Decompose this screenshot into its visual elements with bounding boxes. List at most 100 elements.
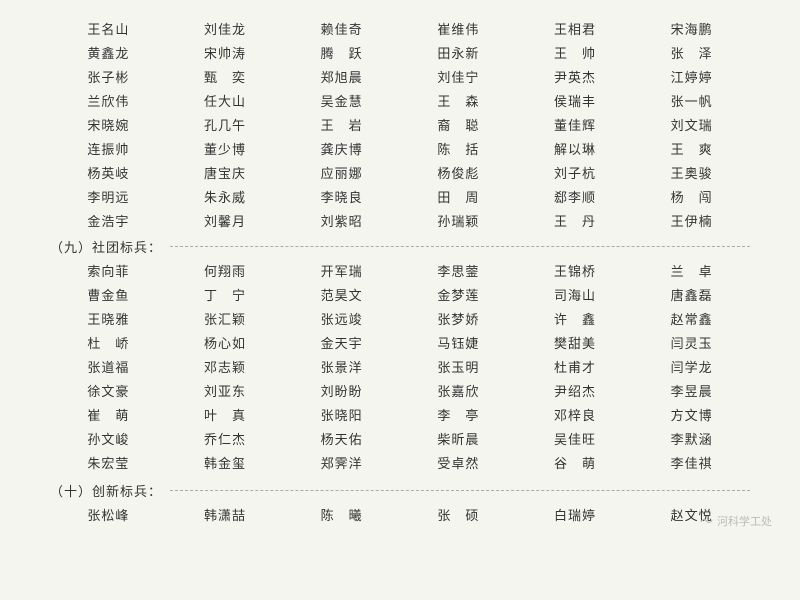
- name-item: 王晓雅: [50, 308, 167, 329]
- name-item: 张晓阳: [283, 404, 400, 425]
- section10-title: （十）创新标兵：: [50, 481, 162, 500]
- section9-names-row: 索向菲何翔雨开军瑞李思蓥王锦桥兰 卓: [50, 260, 750, 281]
- name-item: 韩潇喆: [167, 504, 284, 525]
- name-item: 徐文豪: [50, 380, 167, 401]
- name-item: 李思蓥: [400, 260, 517, 281]
- name-item: 崔 萌: [50, 404, 167, 425]
- name-item: 江婷婷: [633, 66, 750, 87]
- section9-names-row: 孙文峻乔仁杰杨天佑柴昕晨吴佳旺李默涵: [50, 428, 750, 449]
- name-item: 李佳祺: [633, 452, 750, 473]
- name-item: 王锦桥: [517, 260, 634, 281]
- name-item: 杨心如: [167, 332, 284, 353]
- name-item: 李默涵: [633, 428, 750, 449]
- name-item: 曹金鱼: [50, 284, 167, 305]
- name-item: 黄鑫龙: [50, 42, 167, 63]
- name-item: 王 丹: [517, 210, 634, 231]
- name-item: 侯瑞丰: [517, 90, 634, 111]
- name-item: 刘盼盼: [283, 380, 400, 401]
- name-item: 杨 闯: [633, 186, 750, 207]
- name-item: 金浩宇: [50, 210, 167, 231]
- name-item: 索向菲: [50, 260, 167, 281]
- name-item: 王名山: [50, 18, 167, 39]
- section10-block: （十）创新标兵： 张松峰韩潇喆陈 曦张 硕白瑞婷赵文悦: [50, 481, 750, 525]
- name-item: 张松峰: [50, 504, 167, 525]
- section9-header: （九）社团标兵：: [50, 237, 750, 256]
- name-item: 任大山: [167, 90, 284, 111]
- name-item: 孙瑞颖: [400, 210, 517, 231]
- name-item: 尹绍杰: [517, 380, 634, 401]
- watermark-text: 河科学工处: [717, 513, 772, 529]
- name-item: 甄 奕: [167, 66, 284, 87]
- name-item: 张道福: [50, 356, 167, 377]
- name-item: 张景洋: [283, 356, 400, 377]
- page: 王名山刘佳龙赖佳奇崔维伟王相君宋海鹏黄鑫龙宋帅涛腾 跃田永新王 帅张 泽张子彬甄…: [10, 0, 790, 538]
- name-item: 乔仁杰: [167, 428, 284, 449]
- name-item: 尹英杰: [517, 66, 634, 87]
- name-item: 刘佳龙: [167, 18, 284, 39]
- top-names-row: 王名山刘佳龙赖佳奇崔维伟王相君宋海鹏: [50, 18, 750, 39]
- name-item: 陈 括: [400, 138, 517, 159]
- watermark-icon: 〜: [700, 511, 713, 530]
- name-item: 张梦娇: [400, 308, 517, 329]
- name-item: 裔 聪: [400, 114, 517, 135]
- name-item: 张远竣: [283, 308, 400, 329]
- name-item: 赵常鑫: [633, 308, 750, 329]
- name-item: 龚庆博: [283, 138, 400, 159]
- name-item: 韩金玺: [167, 452, 284, 473]
- section10-names-row: 张松峰韩潇喆陈 曦张 硕白瑞婷赵文悦: [50, 504, 750, 525]
- name-item: 王 森: [400, 90, 517, 111]
- name-item: 王 帅: [517, 42, 634, 63]
- section9-block: （九）社团标兵： 索向菲何翔雨开军瑞李思蓥王锦桥兰 卓曹金鱼丁 宁范昊文金梦莲司海…: [50, 237, 750, 473]
- name-item: 刘子杭: [517, 162, 634, 183]
- name-item: 王伊楠: [633, 210, 750, 231]
- name-item: 陈 曦: [283, 504, 400, 525]
- name-item: 董少博: [167, 138, 284, 159]
- top-names-row: 宋晓婉孔几午王 岩裔 聪董佳辉刘文瑞: [50, 114, 750, 135]
- section9-title: （九）社团标兵：: [50, 237, 162, 256]
- name-item: 白瑞婷: [517, 504, 634, 525]
- name-item: 杨俊彪: [400, 162, 517, 183]
- name-item: 张汇颖: [167, 308, 284, 329]
- name-item: 吴金慧: [283, 90, 400, 111]
- section9-names-row: 曹金鱼丁 宁范昊文金梦莲司海山唐鑫磊: [50, 284, 750, 305]
- name-item: 王奥骏: [633, 162, 750, 183]
- top-names-row: 张子彬甄 奕郑旭晨刘佳宁尹英杰江婷婷: [50, 66, 750, 87]
- name-item: 唐鑫磊: [633, 284, 750, 305]
- name-item: 刘佳宁: [400, 66, 517, 87]
- name-item: 王 爽: [633, 138, 750, 159]
- name-item: 受卓然: [400, 452, 517, 473]
- name-item: 应丽娜: [283, 162, 400, 183]
- top-names-row: 金浩宇刘馨月刘紫昭孙瑞颖王 丹王伊楠: [50, 210, 750, 231]
- name-item: 朱永威: [167, 186, 284, 207]
- section9-names-row: 王晓雅张汇颖张远竣张梦娇许 鑫赵常鑫: [50, 308, 750, 329]
- name-item: 崔维伟: [400, 18, 517, 39]
- name-item: 谷 萌: [517, 452, 634, 473]
- name-item: 何翔雨: [167, 260, 284, 281]
- name-item: 孔几午: [167, 114, 284, 135]
- name-item: 王 岩: [283, 114, 400, 135]
- name-item: 开军瑞: [283, 260, 400, 281]
- section9-names-row: 朱宏莹韩金玺郑霁洋受卓然谷 萌李佳祺: [50, 452, 750, 473]
- top-names-block: 王名山刘佳龙赖佳奇崔维伟王相君宋海鹏黄鑫龙宋帅涛腾 跃田永新王 帅张 泽张子彬甄…: [50, 18, 750, 231]
- section10-names: 张松峰韩潇喆陈 曦张 硕白瑞婷赵文悦: [50, 504, 750, 525]
- name-item: 柴昕晨: [400, 428, 517, 449]
- name-item: 唐宝庆: [167, 162, 284, 183]
- name-item: 司海山: [517, 284, 634, 305]
- name-item: 刘紫昭: [283, 210, 400, 231]
- name-item: 樊甜美: [517, 332, 634, 353]
- name-item: 杜 峤: [50, 332, 167, 353]
- name-item: 宋帅涛: [167, 42, 284, 63]
- name-item: 丁 宁: [167, 284, 284, 305]
- name-item: 李 亭: [400, 404, 517, 425]
- top-names-row: 杨英岐唐宝庆应丽娜杨俊彪刘子杭王奥骏: [50, 162, 750, 183]
- name-item: 刘亚东: [167, 380, 284, 401]
- section9-names-row: 崔 萌叶 真张晓阳李 亭邓梓良方文博: [50, 404, 750, 425]
- name-item: 腾 跃: [283, 42, 400, 63]
- name-item: 许 鑫: [517, 308, 634, 329]
- name-item: 叶 真: [167, 404, 284, 425]
- name-item: 闫学龙: [633, 356, 750, 377]
- name-item: 李晓良: [283, 186, 400, 207]
- name-item: 邓志颖: [167, 356, 284, 377]
- name-item: 朱宏莹: [50, 452, 167, 473]
- top-names-row: 连振帅董少博龚庆博陈 括解以琳王 爽: [50, 138, 750, 159]
